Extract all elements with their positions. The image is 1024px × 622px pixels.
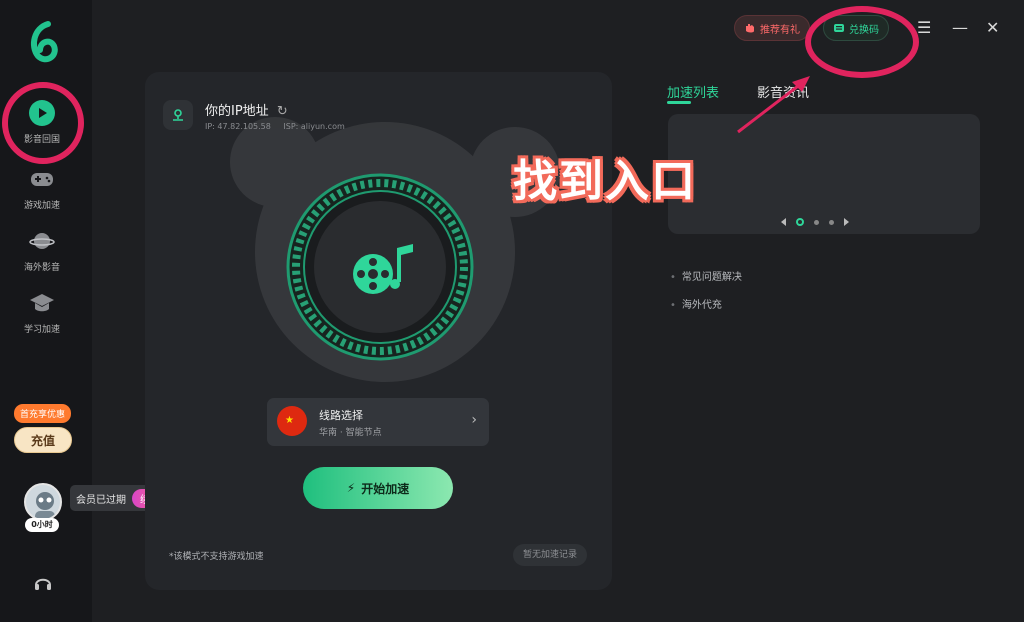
promo-tag: 首充享优惠 bbox=[14, 404, 72, 423]
sidebar-item-overseas-video[interactable]: 海外影音 bbox=[0, 228, 84, 288]
sidebar-item-label: 学习加速 bbox=[23, 325, 60, 335]
ip-info: IP: 47.82.105.58 ISP: aliyun.com bbox=[205, 122, 355, 131]
ticket-icon bbox=[834, 24, 844, 32]
svg-text:★: ★ bbox=[285, 415, 294, 426]
redeem-code-button[interactable]: 兑换码 bbox=[823, 15, 889, 41]
recharge-promo[interactable]: 首充享优惠 充值 bbox=[14, 402, 72, 453]
film-reel-disc-icon[interactable] bbox=[285, 172, 475, 362]
refresh-icon[interactable]: ↻ bbox=[277, 104, 288, 119]
gamepad-icon bbox=[31, 173, 53, 186]
mode-note: *该模式不支持游戏加速 bbox=[169, 552, 264, 562]
headset-icon[interactable] bbox=[33, 573, 53, 593]
tab-accelerate-list[interactable]: 加速列表 bbox=[667, 82, 719, 101]
sidebar-item-game[interactable]: 游戏加速 bbox=[0, 166, 84, 226]
planet-icon bbox=[29, 233, 55, 249]
start-label: 开始加速 bbox=[361, 481, 410, 496]
hand-icon bbox=[746, 24, 754, 33]
play-icon bbox=[29, 100, 55, 126]
sidebar-item-video-home[interactable]: 影音回国 bbox=[0, 100, 84, 160]
start-accelerate-button[interactable]: ⚡ 开始加速 bbox=[303, 467, 453, 509]
faq-link[interactable]: 常见问题解决 bbox=[670, 268, 742, 283]
history-button[interactable]: 暂无加速记录 bbox=[512, 544, 587, 566]
route-subtitle: 华南 · 智能节点 bbox=[319, 428, 382, 438]
lightning-icon: ⚡ bbox=[346, 481, 356, 495]
carousel-pager bbox=[781, 218, 849, 226]
hours-badge: 0小时 bbox=[25, 518, 59, 532]
redeem-label: 兑换码 bbox=[849, 24, 879, 36]
menu-icon[interactable]: ☰ bbox=[917, 18, 931, 37]
sidebar: 影音回国 游戏加速 海外影音 学习加速 首充享优惠 充值 0小时 bbox=[0, 0, 92, 622]
isp-value: ISP: aliyun.com bbox=[283, 122, 345, 131]
ip-title: 你的IP地址 ↻ bbox=[205, 100, 288, 119]
location-icon bbox=[163, 100, 193, 130]
tab-underline bbox=[667, 101, 691, 104]
ip-title-text: 你的IP地址 bbox=[205, 104, 269, 119]
close-icon[interactable]: ✕ bbox=[986, 18, 999, 37]
news-banner[interactable] bbox=[668, 114, 980, 234]
recharge-button[interactable]: 充值 bbox=[14, 427, 72, 453]
minimize-icon[interactable]: — bbox=[952, 18, 968, 37]
graduation-cap-icon bbox=[30, 294, 54, 312]
sidebar-item-label: 影音回国 bbox=[23, 135, 60, 145]
app-window: 影音回国 游戏加速 海外影音 学习加速 首充享优惠 充值 0小时 会员已过期 推… bbox=[0, 0, 1024, 622]
next-arrow-icon[interactable] bbox=[844, 218, 849, 226]
carousel-dot[interactable] bbox=[829, 219, 834, 225]
prev-arrow-icon[interactable] bbox=[781, 218, 786, 226]
carousel-dot[interactable] bbox=[814, 219, 819, 225]
route-title: 线路选择 bbox=[319, 409, 363, 422]
sidebar-item-label: 海外影音 bbox=[23, 263, 60, 273]
route-select-button[interactable]: ★ 线路选择 华南 · 智能节点 › bbox=[267, 398, 489, 446]
sidebar-item-study[interactable]: 学习加速 bbox=[0, 290, 84, 350]
recommend-label: 推荐有礼 bbox=[760, 24, 800, 36]
annotation-arrow-icon bbox=[737, 76, 810, 134]
recommend-reward-button[interactable]: 推荐有礼 bbox=[734, 15, 810, 41]
annotation-text: 找到入口 bbox=[513, 156, 697, 207]
carousel-dot[interactable] bbox=[796, 218, 804, 226]
member-status-text: 会员已过期 bbox=[76, 494, 126, 506]
sidebar-item-label: 游戏加速 bbox=[23, 201, 60, 211]
chevron-right-icon: › bbox=[471, 412, 477, 428]
china-flag-icon: ★ bbox=[277, 406, 307, 436]
ip-value: IP: 47.82.105.58 bbox=[205, 122, 271, 131]
avatar[interactable] bbox=[24, 483, 62, 521]
app-logo-icon bbox=[30, 21, 58, 63]
overseas-recharge-link[interactable]: 海外代充 bbox=[670, 296, 722, 311]
